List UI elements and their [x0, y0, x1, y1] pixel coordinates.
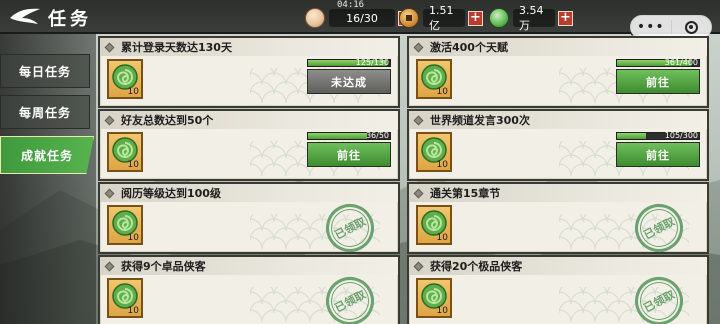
task-title: 累计登录天数达130天	[121, 41, 232, 54]
tab-weekly[interactable]: 每周任务	[0, 95, 90, 129]
task-title: 世界频道发言300次	[430, 114, 530, 127]
more-menu-button[interactable]: •••	[631, 19, 671, 35]
task-card-header: 累计登录天数达130天	[100, 38, 398, 56]
brush-arrow-icon	[10, 8, 40, 24]
diamond-bullet-icon	[413, 188, 424, 198]
task-card: 累计登录天数达130天 10 125/130 未达成	[98, 36, 400, 108]
reward-count: 10	[436, 306, 448, 316]
close-button[interactable]	[671, 20, 711, 34]
resource-jade: 3.54万 +	[489, 4, 573, 32]
task-card: 好友总数达到50个 10 36/50 前往	[98, 109, 400, 181]
jade-icon	[489, 8, 509, 28]
task-title: 通关第15章节	[430, 187, 501, 200]
diamond-bullet-icon	[413, 42, 424, 52]
reward-count: 10	[436, 233, 448, 243]
task-card: 世界频道发言300次 10 105/300 前往	[407, 109, 709, 181]
task-card-header: 获得20个极品侠客	[409, 257, 707, 275]
go-button[interactable]: 前往	[307, 142, 391, 167]
reward-count: 10	[127, 233, 139, 243]
progress-text: 361/400	[664, 58, 698, 67]
task-tabs: 每日任务 每周任务 成就任务	[0, 54, 94, 181]
task-card-header: 获得9个卓品侠客	[100, 257, 398, 275]
reward-item[interactable]: 10	[107, 59, 143, 99]
reward-item[interactable]: 10	[107, 205, 143, 245]
coins-value: 1.51亿	[423, 4, 465, 32]
diamond-bullet-icon	[104, 188, 115, 198]
reward-count: 10	[436, 87, 448, 97]
task-progress-bar: 125/130	[307, 58, 391, 67]
reward-item[interactable]: 10	[416, 278, 452, 318]
target-icon	[684, 20, 698, 34]
reward-item[interactable]: 10	[416, 205, 452, 245]
task-card: 获得20个极品侠客 10 已领取	[407, 255, 709, 324]
task-title: 获得20个极品侠客	[430, 260, 523, 273]
reward-item[interactable]: 10	[416, 132, 452, 172]
task-title: 好友总数达到50个	[121, 114, 214, 127]
add-jade-button[interactable]: +	[558, 10, 573, 26]
not-achieved-button[interactable]: 未达成	[307, 69, 391, 94]
bun-icon	[305, 8, 325, 28]
reward-count: 10	[127, 306, 139, 316]
reward-item[interactable]: 10	[107, 132, 143, 172]
task-title: 获得9个卓品侠客	[121, 260, 206, 273]
diamond-bullet-icon	[104, 115, 115, 125]
reward-count: 10	[127, 87, 139, 97]
diamond-bullet-icon	[104, 261, 115, 271]
top-bar: 任务 04:16 16/30 + 1.51亿 + 3.54万 +	[0, 0, 720, 34]
progress-text: 105/300	[664, 131, 698, 140]
task-title: 激活400个天赋	[430, 41, 508, 54]
task-card: 通关第15章节 10 已领取	[407, 182, 709, 261]
back-button[interactable]	[6, 4, 44, 30]
reward-count: 10	[127, 160, 139, 170]
go-button[interactable]: 前往	[616, 69, 700, 94]
task-card-header: 激活400个天赋	[409, 38, 707, 56]
task-card: 激活400个天赋 10 361/400 前往	[407, 36, 709, 108]
reward-item[interactable]: 10	[416, 59, 452, 99]
task-progress-bar: 361/400	[616, 58, 700, 67]
task-card-header: 好友总数达到50个	[100, 111, 398, 129]
tab-daily[interactable]: 每日任务	[0, 54, 90, 88]
task-card-header: 通关第15章节	[409, 184, 707, 202]
diamond-bullet-icon	[413, 115, 424, 125]
stamina-value: 16/30	[329, 9, 395, 27]
task-card: 阅历等级达到100级 10 已领取	[98, 182, 400, 261]
task-progress-bar: 105/300	[616, 131, 700, 140]
resource-coins: 1.51亿 +	[399, 4, 483, 32]
jade-value: 3.54万	[513, 4, 555, 32]
diamond-bullet-icon	[104, 42, 115, 52]
tab-achievement[interactable]: 成就任务	[0, 136, 94, 174]
task-progress-bar: 36/50	[307, 131, 391, 140]
coin-icon	[399, 8, 419, 28]
task-card-header: 阅历等级达到100级	[100, 184, 398, 202]
reward-count: 10	[436, 160, 448, 170]
progress-text: 36/50	[365, 131, 389, 140]
progress-text: 125/130	[355, 58, 389, 67]
diamond-bullet-icon	[413, 261, 424, 271]
task-card: 获得9个卓品侠客 10 已领取	[98, 255, 400, 324]
add-coins-button[interactable]: +	[468, 10, 483, 26]
page-title: 任务	[48, 9, 92, 30]
reward-item[interactable]: 10	[107, 278, 143, 318]
task-card-header: 世界频道发言300次	[409, 111, 707, 129]
task-title: 阅历等级达到100级	[121, 187, 221, 200]
resource-stamina: 16/30 +	[305, 8, 413, 28]
go-button[interactable]: 前往	[616, 142, 700, 167]
